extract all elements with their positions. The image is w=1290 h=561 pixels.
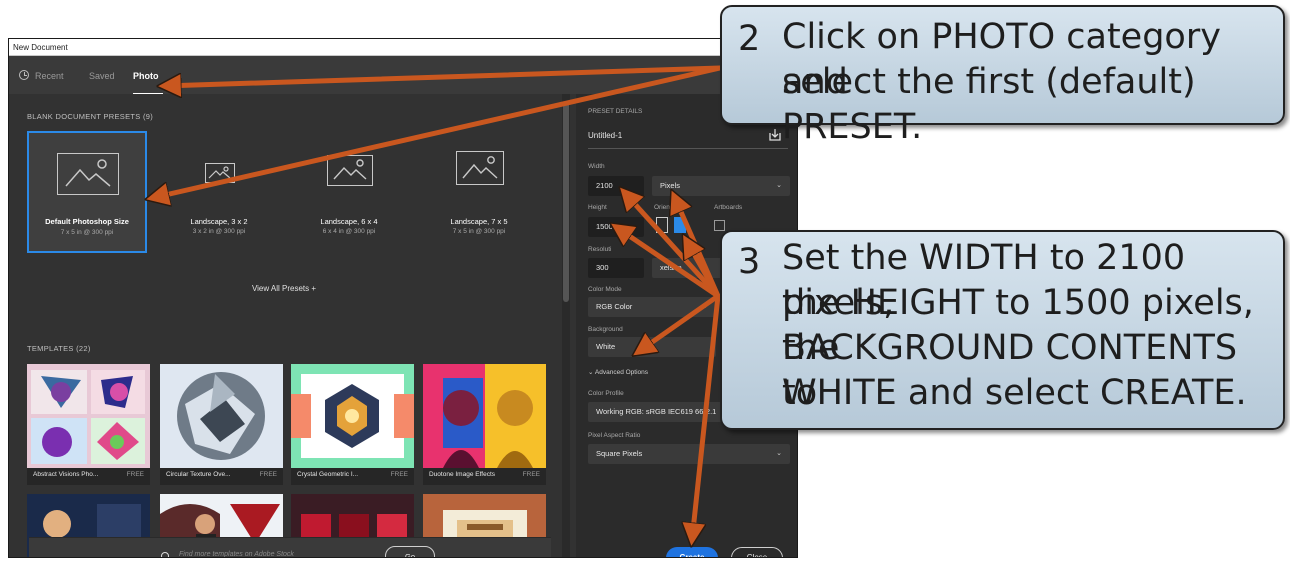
search-icon xyxy=(161,552,169,557)
photo-document-icon xyxy=(57,153,119,195)
stock-search-input[interactable]: Find more templates on Adobe Stock xyxy=(179,551,294,557)
photo-document-icon xyxy=(327,155,373,186)
clock-icon xyxy=(19,70,29,80)
callout-step-2: 2 Click on PHOTO category and select the… xyxy=(720,5,1285,147)
presets-panel: BLANK DOCUMENT PRESETS (9) Default Photo… xyxy=(9,94,559,557)
color-mode-label: Color Mode xyxy=(588,286,622,293)
preset-size: 7 x 5 in @ 300 ppi xyxy=(452,228,506,235)
resolution-input[interactable]: 300 xyxy=(588,258,644,278)
chevron-down-icon: ⌄ xyxy=(702,303,708,310)
advanced-options-toggle[interactable]: ⌄ Advanced Options xyxy=(588,368,648,376)
save-preset-icon[interactable] xyxy=(768,128,782,142)
presets-scrollbar[interactable] xyxy=(562,94,570,557)
height-label: Height xyxy=(588,204,607,211)
step-number: 2 xyxy=(738,19,761,59)
pixel-aspect-ratio-label: Pixel Aspect Ratio xyxy=(588,432,641,439)
preset-name: Landscape, 3 x 2 xyxy=(190,217,248,226)
preset-name: Landscape, 7 x 5 xyxy=(450,217,508,226)
template-name: Abstract Visions Pho... xyxy=(33,471,99,478)
color-mode-value: RGB Color xyxy=(596,302,633,311)
preset-size: 3 x 2 in @ 300 ppi xyxy=(192,228,246,235)
landscape-orientation-button[interactable] xyxy=(674,217,686,233)
preset-name: Landscape, 6 x 4 xyxy=(320,217,378,226)
template-card-abstract-visions[interactable]: Abstract Visions Pho... FREE xyxy=(27,364,150,485)
document-name: Untitled-1 xyxy=(588,131,623,140)
preset-size: 7 x 5 in @ 300 ppi xyxy=(60,229,114,236)
template-thumbnail xyxy=(291,364,414,468)
template-name: Crystal Geometric I... xyxy=(297,471,359,478)
free-badge: FREE xyxy=(522,471,540,478)
go-button[interactable]: Go xyxy=(385,546,435,557)
template-thumbnail xyxy=(423,364,546,468)
portrait-orientation-button[interactable] xyxy=(656,217,668,233)
stock-search-bar: Find more templates on Adobe Stock Go xyxy=(29,537,551,557)
free-badge: FREE xyxy=(390,471,408,478)
chevron-down-icon: ⌄ xyxy=(776,182,782,189)
preset-name: Default Photoshop Size xyxy=(45,217,129,226)
tab-photo[interactable]: Photo xyxy=(133,70,159,82)
photo-document-icon xyxy=(456,151,504,185)
callout-line: select the first (default) PRESET. xyxy=(782,62,1196,147)
new-document-dialog: New Document Recent Saved Photo BLANK DO… xyxy=(8,38,798,558)
template-thumbnail xyxy=(160,364,283,468)
free-badge: FREE xyxy=(126,471,144,478)
width-label: Width xyxy=(588,163,605,170)
tab-recent[interactable]: Recent xyxy=(35,70,64,82)
preset-landscape-7x5[interactable]: Landscape, 7 x 5 7 x 5 in @ 300 ppi xyxy=(419,131,539,253)
tab-saved[interactable]: Saved xyxy=(89,70,115,82)
preset-landscape-3x2[interactable]: Landscape, 3 x 2 3 x 2 in @ 300 ppi xyxy=(159,131,279,253)
preset-size: 6 x 4 in @ 300 ppi xyxy=(322,228,376,235)
template-name: Circular Texture Ove... xyxy=(166,471,231,478)
create-button[interactable]: Create xyxy=(666,547,718,557)
view-all-presets-link[interactable]: View All Presets + xyxy=(9,284,559,293)
pixel-aspect-ratio-select[interactable]: Square Pixels ⌄ xyxy=(588,444,790,464)
orientation-label: Orienta xyxy=(654,204,676,211)
template-name: Duotone Image Effects xyxy=(429,471,496,478)
color-profile-value: Working RGB: sRGB IEC619 66-2.1 xyxy=(596,407,717,416)
presets-section-label: BLANK DOCUMENT PRESETS (9) xyxy=(27,112,154,121)
callout-line: WHITE and select CREATE. xyxy=(782,373,1247,413)
photo-document-icon xyxy=(205,163,235,183)
close-button[interactable]: Close xyxy=(731,547,783,557)
free-badge: FREE xyxy=(259,471,277,478)
width-input[interactable]: 2100 xyxy=(588,176,644,196)
background-contents-select[interactable]: White xyxy=(588,337,716,357)
width-unit-value: Pixels xyxy=(660,181,681,190)
window-title: New Document xyxy=(9,39,797,56)
template-card-circular-texture[interactable]: Circular Texture Ove... FREE xyxy=(160,364,283,485)
category-tabbar: Recent Saved Photo xyxy=(9,56,797,95)
artboards-checkbox[interactable] xyxy=(714,220,725,231)
template-card-duotone-image-effects[interactable]: Duotone Image Effects FREE xyxy=(423,364,546,485)
background-contents-value: White xyxy=(596,342,616,351)
document-name-field[interactable]: Untitled-1 xyxy=(588,124,788,149)
height-input[interactable]: 1500 xyxy=(588,217,644,237)
preset-default-photoshop-size[interactable]: Default Photoshop Size 7 x 5 in @ 300 pp… xyxy=(27,131,147,253)
preset-details-header: PRESET DETAILS xyxy=(588,108,643,115)
width-unit-select[interactable]: Pixels ⌄ xyxy=(652,176,790,196)
background-contents-label: Background xyxy=(588,326,623,333)
color-mode-select[interactable]: RGB Color ⌄ xyxy=(588,297,716,317)
template-thumbnail xyxy=(27,364,150,468)
template-card-crystal-geometric[interactable]: Crystal Geometric I... FREE xyxy=(291,364,414,485)
step-number: 3 xyxy=(738,242,761,282)
color-profile-label: Color Profile xyxy=(588,390,624,397)
artboards-label: Artboards xyxy=(714,204,743,211)
chevron-down-icon: ⌄ xyxy=(776,450,782,457)
pixel-aspect-ratio-value: Square Pixels xyxy=(596,449,643,458)
scroll-thumb[interactable] xyxy=(563,102,569,302)
resolution-label: Resoluti xyxy=(588,246,612,253)
resolution-unit-value: xels/In xyxy=(660,263,682,272)
preset-landscape-6x4[interactable]: Landscape, 6 x 4 6 x 4 in @ 300 ppi xyxy=(289,131,409,253)
templates-section-label: TEMPLATES (22) xyxy=(27,344,91,353)
advanced-options-label: Advanced Options xyxy=(594,369,649,376)
callout-step-3: 3 Set the WIDTH to 2100 pixels, the HEIG… xyxy=(720,230,1285,430)
chevron-down-icon: ⌄ xyxy=(588,369,595,376)
